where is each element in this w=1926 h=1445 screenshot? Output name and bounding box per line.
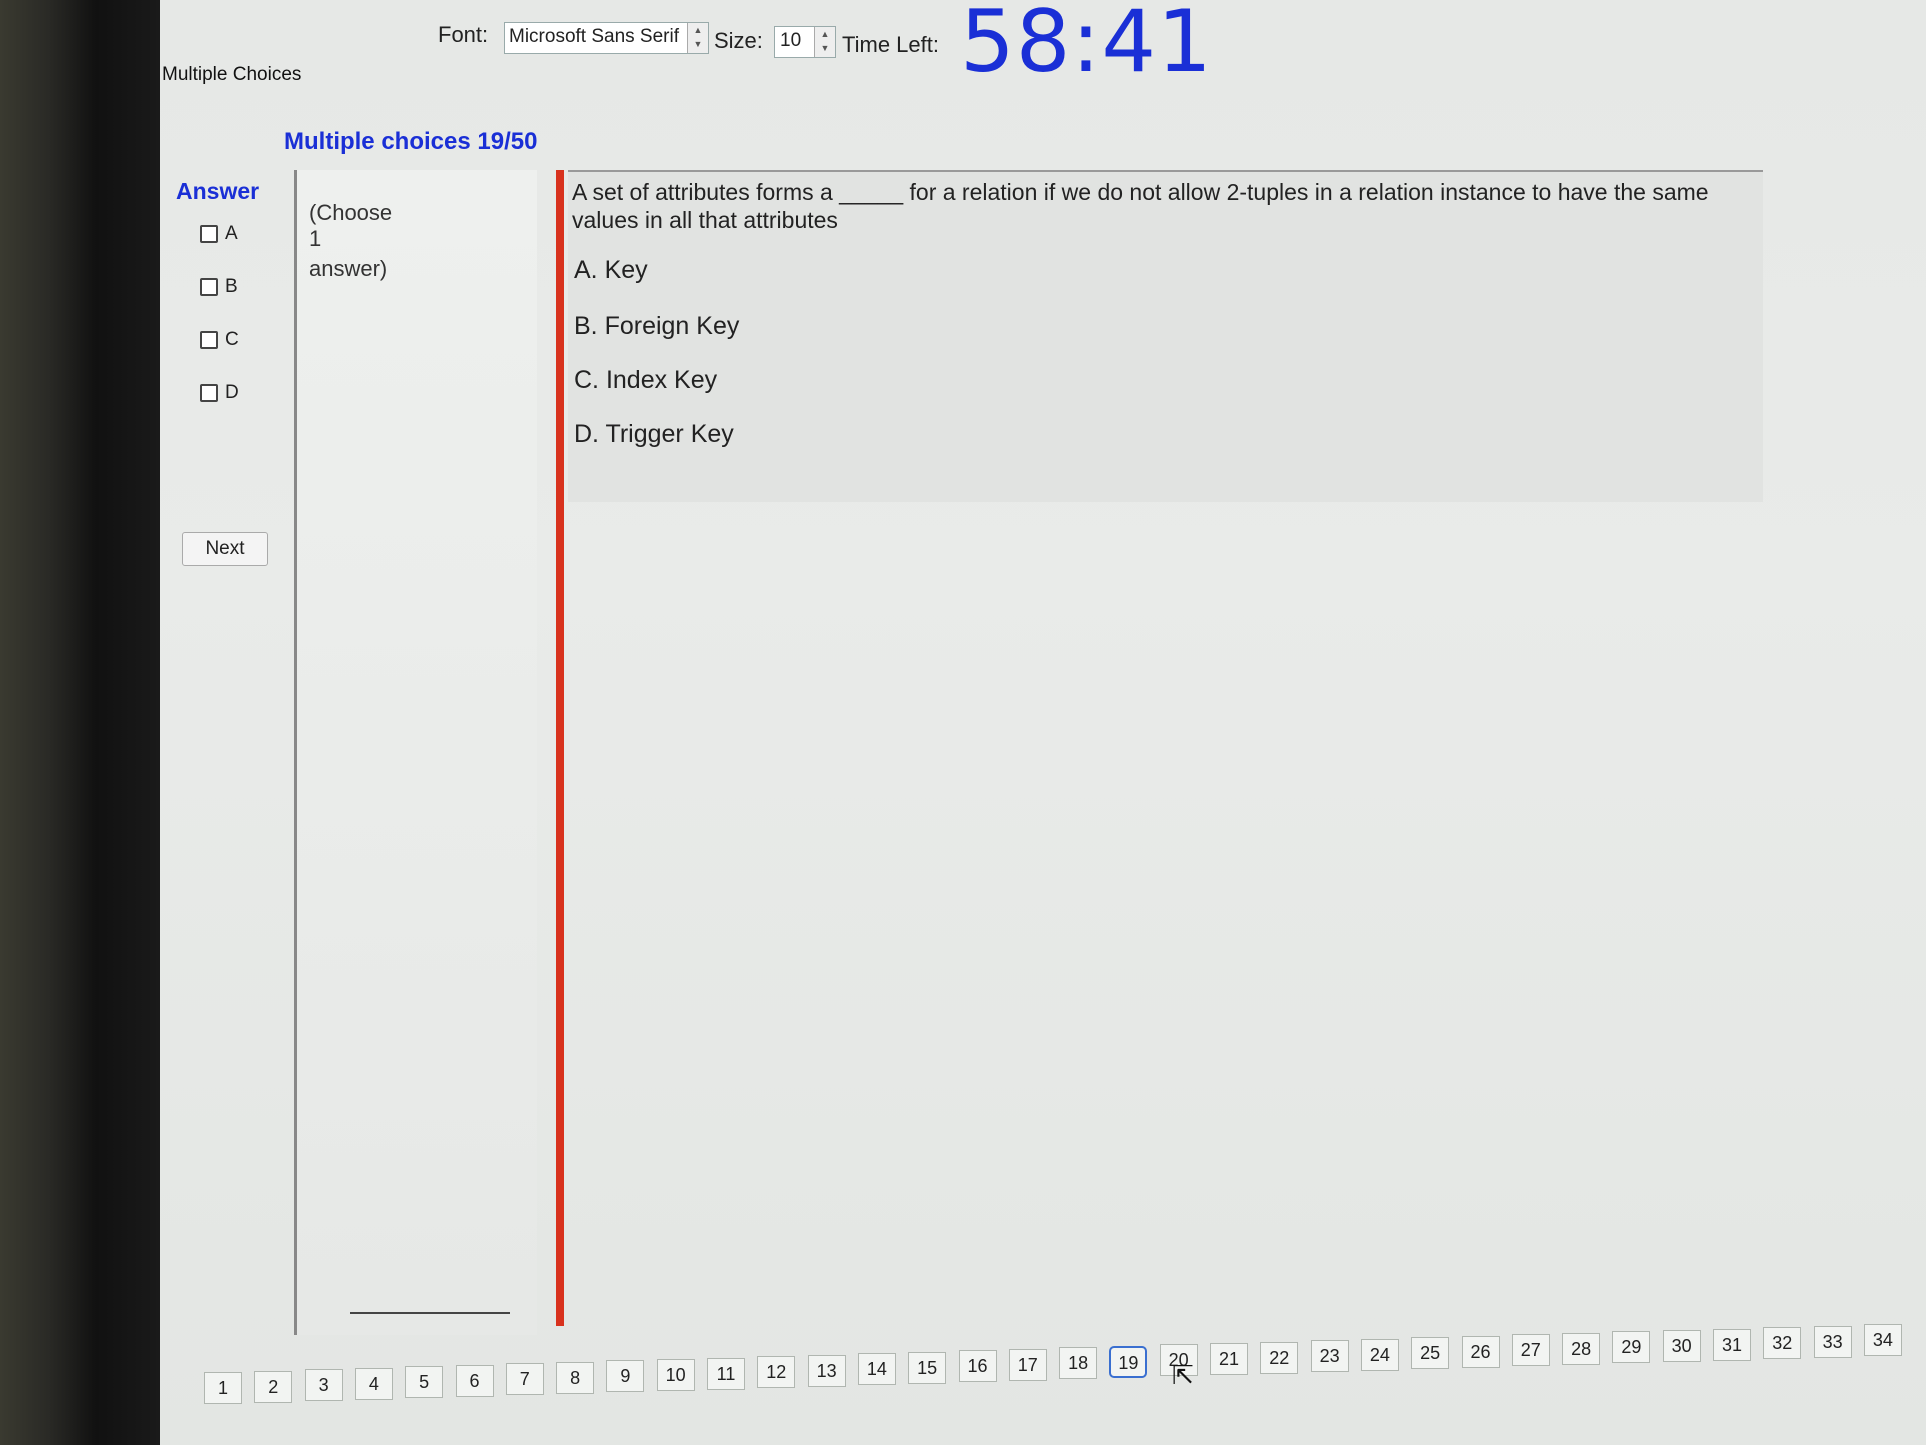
size-label: Size: (714, 28, 763, 53)
choose-hint: (Choose 1 answer) (309, 200, 393, 281)
font-value: Microsoft Sans Serif (509, 26, 679, 47)
answer-option-c[interactable]: C (200, 329, 239, 351)
page-button-1[interactable]: 1 (204, 1372, 242, 1404)
countdown-timer: 58:41 (960, 0, 1213, 92)
font-spinner-icon[interactable]: ▲ ▼ (687, 23, 708, 53)
page-button-23[interactable]: 23 (1310, 1340, 1349, 1373)
exam-window: Font: Microsoft Sans Serif ▲ ▼ Size: 10 ▲… (160, 0, 1926, 1445)
checkbox-b[interactable] (200, 277, 218, 296)
checkbox-a[interactable] (200, 224, 218, 243)
page-button-11[interactable]: 11 (707, 1357, 745, 1390)
answer-option-a[interactable]: A (200, 223, 238, 245)
page-button-26[interactable]: 26 (1461, 1335, 1500, 1368)
page-button-7[interactable]: 7 (505, 1363, 544, 1396)
page-button-33[interactable]: 33 (1813, 1325, 1852, 1358)
page-button-30[interactable]: 30 (1662, 1329, 1701, 1362)
page-button-2[interactable]: 2 (254, 1370, 293, 1403)
page-button-19[interactable]: 19 (1109, 1345, 1148, 1378)
choice-c: C. Index Key (574, 366, 718, 394)
choice-b: B. Foreign Key (574, 312, 740, 340)
size-stepper[interactable]: 10 ▲ ▼ (774, 26, 836, 58)
question-text: A set of attributes forms a _____ for a … (572, 179, 1709, 233)
page-button-29[interactable]: 29 (1612, 1331, 1651, 1364)
checkbox-d[interactable] (200, 383, 218, 402)
page-button-5[interactable]: 5 (405, 1366, 444, 1399)
mouse-cursor-icon: ⇱ (1172, 1360, 1194, 1390)
page-button-28[interactable]: 28 (1562, 1332, 1601, 1365)
answer-option-d[interactable]: D (200, 382, 239, 404)
hint-panel: (Choose 1 answer) (294, 170, 537, 1335)
tab-multiple-choices[interactable]: Multiple Choices (162, 64, 301, 86)
page-button-24[interactable]: 24 (1360, 1338, 1399, 1371)
font-select[interactable]: Microsoft Sans Serif ▲ ▼ (504, 22, 709, 54)
page-button-27[interactable]: 27 (1511, 1334, 1550, 1367)
monitor-bezel (0, 0, 160, 1445)
next-button[interactable]: Next (182, 532, 268, 566)
size-spinner-icon[interactable]: ▲ ▼ (814, 27, 835, 57)
answer-option-b[interactable]: B (200, 276, 238, 298)
answer-heading: Answer (176, 178, 260, 204)
page-button-15[interactable]: 15 (908, 1351, 947, 1384)
page-button-10[interactable]: 10 (656, 1358, 695, 1391)
question-navigator: 1 2 3 4 5 6 7 8 9 10 11 12 13 14 15 16 17 18 19 20 21 22 23 24 2… (200, 1310, 1926, 1404)
page-button-4[interactable]: 4 (354, 1367, 393, 1400)
page-button-32[interactable]: 32 (1763, 1327, 1802, 1360)
page-button-34[interactable]: 34 (1863, 1324, 1902, 1357)
question-panel: A set of attributes forms a _____ for a … (568, 170, 1763, 502)
page-button-17[interactable]: 17 (1008, 1348, 1047, 1381)
page-button-8[interactable]: 8 (556, 1361, 595, 1394)
page-button-18[interactable]: 18 (1059, 1347, 1098, 1380)
choice-d: D. Trigger Key (574, 420, 734, 448)
page-button-22[interactable]: 22 (1260, 1341, 1299, 1374)
checkbox-c[interactable] (200, 330, 218, 349)
page-button-6[interactable]: 6 (455, 1364, 494, 1397)
page-button-3[interactable]: 3 (304, 1369, 343, 1402)
time-left-label: Time Left: (842, 32, 939, 57)
size-value: 10 (780, 30, 802, 51)
font-label: Font: (438, 22, 489, 47)
page-button-9[interactable]: 9 (606, 1360, 645, 1393)
panel-divider[interactable] (556, 170, 564, 1326)
page-button-13[interactable]: 13 (807, 1354, 846, 1387)
page-button-16[interactable]: 16 (958, 1350, 997, 1383)
page-button-31[interactable]: 31 (1713, 1328, 1751, 1361)
page-title: Multiple choices 19/50 (284, 128, 538, 155)
page-button-14[interactable]: 14 (857, 1353, 896, 1386)
page-button-21[interactable]: 21 (1210, 1343, 1248, 1375)
choice-a: A. Key (574, 256, 648, 284)
page-button-12[interactable]: 12 (757, 1356, 796, 1389)
page-button-25[interactable]: 25 (1411, 1337, 1450, 1370)
